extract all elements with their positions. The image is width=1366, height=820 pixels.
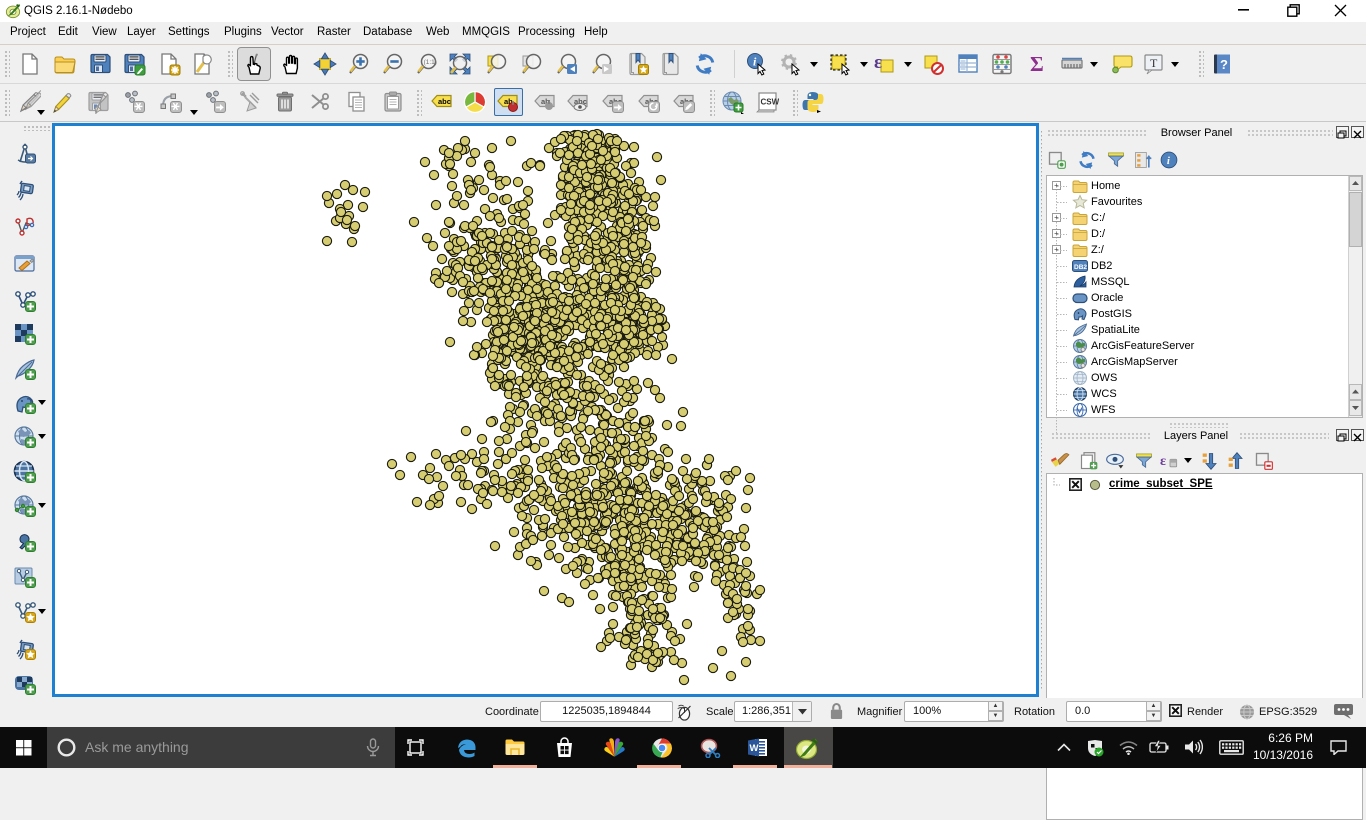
svg-text:Σ: Σ xyxy=(1030,52,1044,76)
svg-text:abc: abc xyxy=(438,97,451,106)
svg-text:CSW: CSW xyxy=(761,98,780,107)
svg-text:W: W xyxy=(750,743,759,754)
svg-text:(1:1): (1:1) xyxy=(424,59,437,66)
svg-text:DB2: DB2 xyxy=(1074,264,1087,271)
svg-text:i: i xyxy=(1167,155,1170,167)
svg-text:?: ? xyxy=(1220,57,1228,72)
svg-text:ε: ε xyxy=(1160,453,1166,469)
svg-text:ε: ε xyxy=(874,52,882,73)
svg-text:T: T xyxy=(1150,56,1158,70)
